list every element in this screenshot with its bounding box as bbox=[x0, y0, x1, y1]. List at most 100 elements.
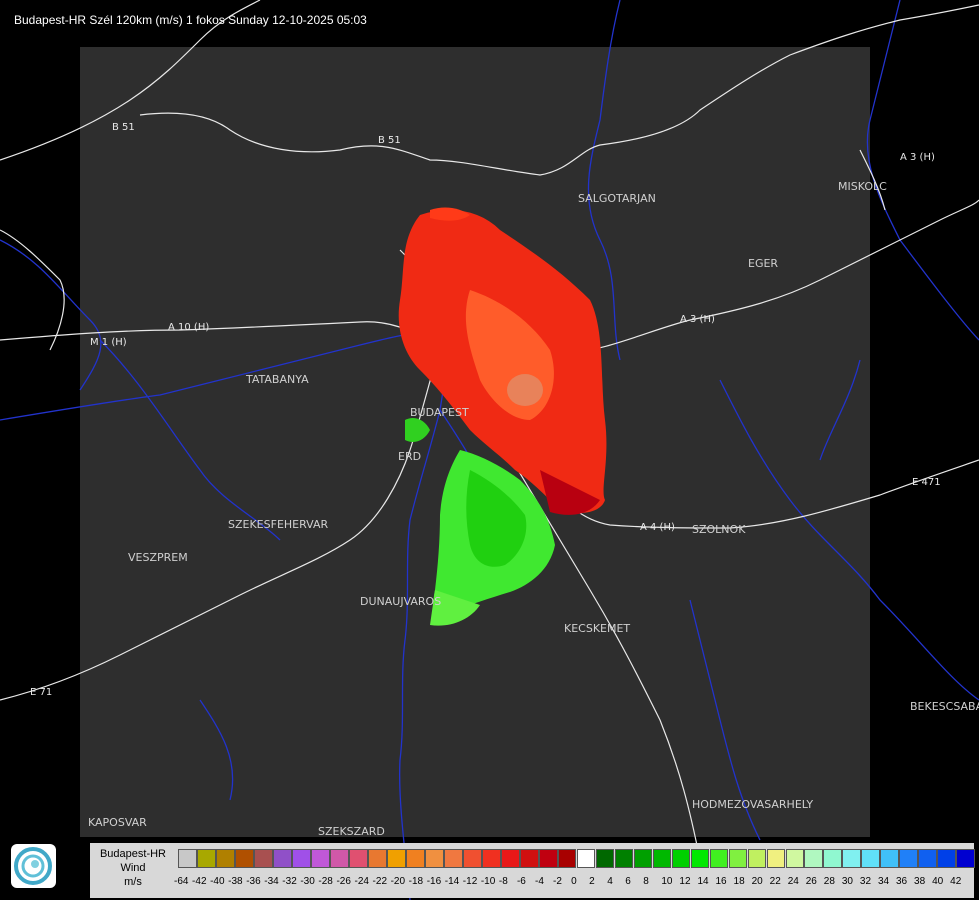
legend-swatch bbox=[614, 849, 634, 868]
legend-swatch bbox=[386, 849, 406, 868]
legend-ticks: -64 -42 -40 -38 -36 -34 -32 -30 -28 -26 -24 -22 -20-… bbox=[170, 876, 970, 890]
city-label: SZOLNOK bbox=[692, 523, 746, 536]
legend-tick-label: 34 bbox=[877, 876, 890, 887]
legend-tick-label: -8 bbox=[498, 876, 508, 887]
legend-tick-label: -64 bbox=[174, 876, 189, 887]
legend-swatch bbox=[880, 849, 900, 868]
legend-swatches bbox=[178, 849, 976, 868]
legend-tick-label: 30 bbox=[841, 876, 853, 887]
legend-tick-label: -38 bbox=[228, 876, 243, 887]
city-label: HODMEZOVASARHELY bbox=[692, 798, 813, 811]
legend-swatch bbox=[462, 849, 482, 868]
legend-swatch bbox=[215, 849, 235, 868]
legend-tick-label: -24 bbox=[354, 876, 369, 887]
legend-swatch bbox=[937, 849, 957, 868]
legend-swatch bbox=[804, 849, 824, 868]
legend-swatch bbox=[500, 849, 520, 868]
legend-tick-label: -42 bbox=[192, 876, 207, 887]
legend-swatch bbox=[443, 849, 463, 868]
city-label: KECSKEMET bbox=[564, 622, 630, 635]
legend-swatch bbox=[178, 849, 197, 868]
legend-tick-label: -32 bbox=[282, 876, 297, 887]
legend-swatch bbox=[956, 849, 976, 868]
city-label: BEKESCSABA bbox=[910, 700, 979, 713]
legend-tick-label: 14 bbox=[697, 876, 709, 887]
legend-tick-label: -6 bbox=[516, 876, 526, 887]
legend-tick-label: 6 bbox=[625, 876, 631, 887]
legend-tick-label: 42 bbox=[950, 876, 962, 887]
road-label: B 51 bbox=[112, 122, 135, 133]
legend-swatch bbox=[785, 849, 805, 868]
legend-tick-label: 26 bbox=[805, 876, 817, 887]
legend-tick-label: 32 bbox=[859, 876, 872, 887]
city-label: KAPOSVAR bbox=[88, 816, 147, 829]
road-label: A 4 (H) bbox=[640, 522, 675, 533]
city-label: EGER bbox=[748, 257, 778, 270]
legend-swatch bbox=[481, 849, 501, 868]
legend-tick-label: 8 bbox=[643, 876, 649, 887]
legend-tick-label: -12 bbox=[462, 876, 478, 887]
legend-tick-label: -4 bbox=[535, 876, 544, 887]
radar-map: SALGOTARJAN EGER MISKOLC TATABANYA BUDAP… bbox=[0, 0, 979, 900]
legend-tick-label: 2 bbox=[589, 876, 595, 887]
legend-swatch bbox=[842, 849, 862, 868]
radar-coverage-area bbox=[80, 47, 870, 837]
legend-swatch bbox=[652, 849, 672, 868]
legend-swatch bbox=[633, 849, 653, 868]
legend-tick-label: 18 bbox=[733, 876, 745, 887]
met-service-logo bbox=[11, 844, 56, 888]
city-label: DUNAUJVAROS bbox=[360, 595, 441, 608]
legend-swatch bbox=[405, 849, 425, 868]
legend-tick-label: 22 bbox=[769, 876, 781, 887]
city-label: MISKOLC bbox=[838, 180, 887, 193]
legend-tick-label: -10 bbox=[480, 876, 496, 887]
legend-swatch bbox=[918, 849, 938, 868]
legend-swatch bbox=[310, 849, 330, 868]
road-label: E 71 bbox=[30, 687, 52, 698]
legend-swatch bbox=[690, 849, 710, 868]
legend-swatch bbox=[234, 849, 254, 868]
legend-swatch bbox=[576, 849, 596, 868]
legend-tick-label: -22 bbox=[372, 876, 387, 887]
legend-tick-label: 28 bbox=[823, 876, 835, 887]
legend-swatch bbox=[291, 849, 311, 868]
legend-swatch bbox=[766, 849, 786, 868]
legend-tick-label: -26 bbox=[336, 876, 351, 887]
legend-label: Budapest-HR Wind m/s bbox=[90, 847, 176, 889]
legend-tick-label: -34 bbox=[264, 876, 279, 887]
legend-tick-label: 4 bbox=[607, 876, 613, 887]
legend-tick-label: -14 bbox=[444, 876, 460, 887]
legend-tick-label: 10 bbox=[661, 876, 673, 887]
legend-tick-label: -28 bbox=[318, 876, 333, 887]
legend-swatch bbox=[861, 849, 881, 868]
legend-swatch bbox=[329, 849, 349, 868]
legend-swatch bbox=[747, 849, 767, 868]
legend-swatch bbox=[272, 849, 292, 868]
legend-swatch bbox=[823, 849, 843, 868]
legend-swatch bbox=[367, 849, 387, 868]
road-label: A 3 (H) bbox=[900, 152, 935, 163]
legend-tick-label: -30 bbox=[300, 876, 315, 887]
legend-swatch bbox=[538, 849, 558, 868]
road-label: A 3 (H) bbox=[680, 314, 715, 325]
color-legend: Budapest-HR Wind m/s -64 -42 -40 -38 -36 -34-… bbox=[90, 843, 976, 898]
legend-tick-label: 40 bbox=[932, 876, 944, 887]
legend-tick-label: 24 bbox=[787, 876, 799, 887]
road-label: E 471 bbox=[912, 477, 941, 488]
legend-swatch bbox=[348, 849, 368, 868]
legend-swatch bbox=[595, 849, 615, 868]
city-label: SZEKESFEHERVAR bbox=[228, 518, 329, 531]
legend-tick-label: -40 bbox=[210, 876, 225, 887]
legend-tick-label: 36 bbox=[896, 876, 908, 887]
legend-swatch bbox=[424, 849, 444, 868]
legend-unit: m/s bbox=[124, 876, 142, 888]
road-label: M 1 (H) bbox=[90, 337, 127, 348]
legend-swatch bbox=[709, 849, 729, 868]
legend-tick-label: -16 bbox=[426, 876, 442, 887]
legend-title: Budapest-HR bbox=[99, 848, 167, 860]
legend-tick-label: 20 bbox=[751, 876, 763, 887]
legend-tick-label: 0 bbox=[571, 876, 577, 887]
legend-swatch bbox=[196, 849, 216, 868]
legend-tick-label: 12 bbox=[679, 876, 691, 887]
legend-swatch bbox=[253, 849, 273, 868]
